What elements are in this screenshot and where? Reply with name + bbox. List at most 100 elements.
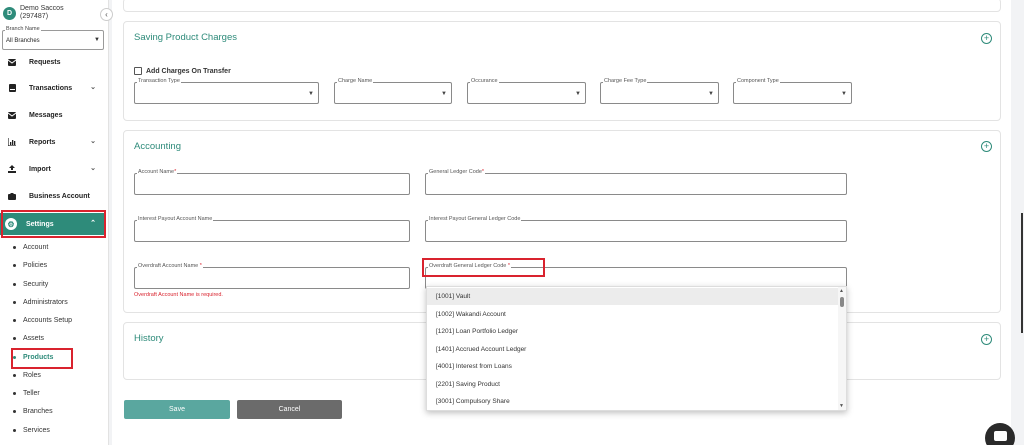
dropdown-option[interactable]: [3001] Compulsory Share (427, 393, 840, 410)
chevron-down-icon: ⌄ (90, 84, 96, 91)
overdraft-account-name-field[interactable]: Overdraft Account Name * (134, 263, 410, 289)
cancel-button[interactable]: Cancel (237, 400, 342, 419)
settings-sub-item-roles[interactable]: Roles (13, 369, 41, 381)
settings-sub-item-accounts-setup[interactable]: Accounts Setup (13, 314, 72, 326)
saving-product-charges-card: Saving Product Charges + (123, 21, 1001, 121)
interest-payout-general-ledger-code-field[interactable]: Interest Payout General Ledger Code (425, 216, 847, 242)
dropdown-option[interactable]: [2201] Saving Product (427, 376, 840, 393)
book-icon (8, 84, 16, 92)
settings-sub-item-branches[interactable]: Branches (13, 405, 53, 417)
settings-sub-label: Branches (23, 407, 53, 415)
required-mark: * (481, 169, 485, 175)
settings-sub-label: Policies (23, 261, 48, 269)
settings-sub-label: Security (23, 280, 49, 288)
scrollbar-thumb[interactable] (840, 297, 844, 307)
scroll-up-icon[interactable]: ▲ (839, 288, 844, 294)
previous-section-card (123, 0, 1001, 12)
section-title: History (134, 333, 164, 344)
nav-item-requests[interactable]: Requests (0, 52, 105, 72)
dropdown-option[interactable]: [4001] Interest from Loans (427, 358, 840, 375)
dropdown-option[interactable]: [1002] Wakandi Account (427, 306, 840, 323)
nav-item-reports[interactable]: Reports ⌄ (0, 132, 105, 152)
org-avatar: D (3, 7, 16, 20)
expand-icon[interactable]: + (981, 334, 992, 345)
bar-chart-icon (8, 138, 16, 146)
required-mark: * (199, 263, 202, 269)
bullet-icon (13, 282, 16, 286)
nav-item-transactions[interactable]: Transactions ⌄ (0, 78, 105, 98)
settings-sub-item-account[interactable]: Account (13, 241, 48, 253)
org-code: (297487) (20, 13, 49, 20)
charge-fee-type-select[interactable]: Charge Fee Type ▼ (600, 78, 719, 104)
bullet-icon (13, 300, 16, 304)
overdraft-gl-highlight-box (422, 258, 545, 277)
field-label: Charge Fee Type (603, 78, 648, 84)
dropdown-option[interactable]: [1201] Loan Portfolio Ledger (427, 323, 840, 340)
scroll-down-icon[interactable]: ▼ (839, 403, 844, 409)
collapse-sidebar-button[interactable]: ‹ (100, 8, 113, 21)
org-name: Demo Saccos (20, 5, 64, 12)
field-label: Overdraft Account Name (138, 263, 200, 269)
general-ledger-code-field[interactable]: General Ledger Code* (425, 169, 847, 195)
occurance-select[interactable]: Occurance ▼ (467, 78, 586, 104)
field-label: General Ledger Code (429, 169, 482, 175)
nav-label: Requests (29, 58, 61, 66)
briefcase-icon (8, 192, 16, 200)
nav-item-business-account[interactable]: Business Account (0, 186, 105, 206)
settings-sub-item-teller[interactable]: Teller (13, 387, 40, 399)
page-scrollbar[interactable] (1021, 213, 1023, 333)
chevron-down-icon: ▼ (94, 37, 100, 43)
settings-sub-label: Assets (23, 334, 45, 342)
settings-highlight-box (1, 210, 106, 238)
settings-sub-label: Teller (23, 389, 40, 397)
chevron-left-icon: ‹ (105, 10, 108, 19)
nav-label: Messages (29, 111, 63, 119)
bullet-icon (13, 428, 16, 432)
transaction-type-select[interactable]: Transaction Type ▼ (134, 78, 319, 104)
dropdown-option[interactable]: [1001] Vault (427, 288, 840, 305)
nav-item-messages[interactable]: Messages (0, 105, 105, 125)
dropdown-scrollbar[interactable]: ▲ ▼ (838, 287, 846, 410)
products-highlight-box (11, 348, 73, 369)
required-mark: * (174, 169, 177, 175)
save-button[interactable]: Save (124, 400, 230, 419)
account-name-field[interactable]: Account Name* (134, 169, 410, 195)
settings-sub-label: Accounts Setup (23, 316, 73, 324)
upload-icon (8, 165, 16, 173)
settings-sub-item-policies[interactable]: Policies (13, 259, 47, 271)
chevron-down-icon: ▼ (708, 91, 714, 97)
chevron-down-icon: ▼ (575, 91, 581, 97)
envelope-icon (8, 111, 16, 119)
add-charges-on-transfer[interactable]: Add Charges On Transfer (134, 67, 231, 75)
chat-icon (993, 431, 1007, 441)
expand-icon[interactable]: + (981, 141, 992, 152)
field-label: Component Type (736, 78, 780, 84)
bullet-icon (13, 336, 16, 340)
section-title: Saving Product Charges (134, 32, 237, 43)
settings-sub-item-services[interactable]: Services (13, 424, 50, 436)
chevron-down-icon: ▼ (308, 91, 314, 97)
charge-name-select[interactable]: Charge Name ▼ (334, 78, 452, 104)
chevron-down-icon: ⌄ (90, 138, 96, 145)
general-ledger-dropdown: [1001] Vault [1002] Wakandi Account [1201]… (426, 286, 847, 411)
nav-item-import[interactable]: Import ⌄ (0, 159, 105, 179)
settings-sub-item-administrators[interactable]: Administrators (13, 296, 68, 308)
chat-button[interactable] (985, 423, 1015, 445)
settings-sub-item-assets[interactable]: Assets (13, 332, 44, 344)
envelope-icon (8, 58, 16, 66)
branch-select[interactable]: Branch Name All Branches ▼ (2, 26, 104, 50)
interest-payout-account-name-field[interactable]: Interest Payout Account Name (134, 216, 410, 242)
checkbox-label: Add Charges On Transfer (146, 67, 231, 75)
checkbox[interactable] (134, 67, 142, 75)
field-label: Occurance (470, 78, 499, 84)
settings-sub-item-security[interactable]: Security (13, 278, 48, 290)
dropdown-option[interactable]: [1401] Accrued Account Ledger (427, 341, 840, 358)
component-type-select[interactable]: Component Type ▼ (733, 78, 852, 104)
section-title: Accounting (134, 141, 182, 152)
bullet-icon (13, 409, 16, 413)
bullet-icon (13, 373, 16, 377)
expand-icon[interactable]: + (981, 33, 992, 44)
bullet-icon (13, 245, 16, 249)
field-label: Account Name (138, 169, 175, 175)
bullet-icon (13, 391, 16, 395)
